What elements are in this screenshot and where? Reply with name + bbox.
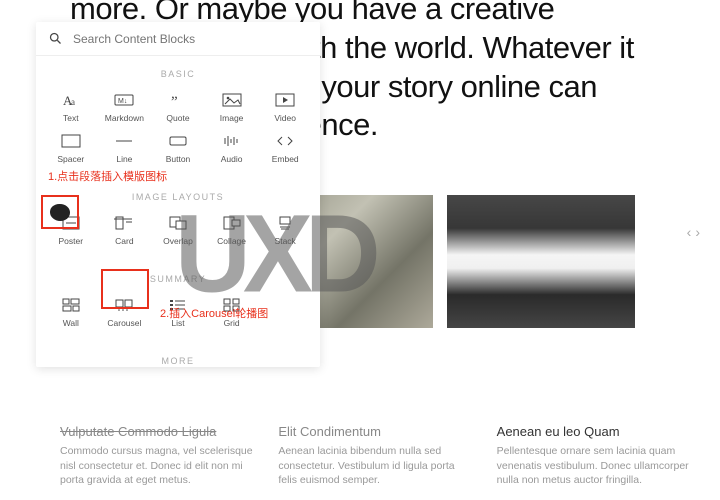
block-spacer[interactable]: Spacer: [44, 128, 98, 169]
chevron-left-icon[interactable]: ‹: [687, 224, 692, 240]
card-body: Pellentesque ornare sem lacinia quam ven…: [497, 444, 690, 488]
thumb-image[interactable]: [447, 195, 635, 328]
annotation-1: 1.点击段落插入模版图标: [48, 168, 167, 184]
block-image[interactable]: Image: [205, 87, 259, 128]
card-title: Elit Condimentum: [278, 424, 471, 439]
thumb-col: [447, 195, 635, 337]
block-button[interactable]: Button: [151, 128, 205, 169]
button-icon: [168, 133, 188, 149]
svg-text:”: ”: [171, 94, 178, 108]
search-row: [36, 22, 320, 56]
image-icon: [222, 92, 242, 108]
card: Elit Condimentum Aenean lacinia bibendum…: [278, 424, 471, 488]
line-icon: [114, 133, 134, 149]
block-audio[interactable]: Audio: [205, 128, 259, 169]
card-title: Vulputate Commodo Ligula: [60, 424, 253, 439]
block-text[interactable]: Aa Text: [44, 87, 98, 128]
block-label: Embed: [272, 154, 299, 164]
block-wall[interactable]: Wall: [44, 292, 98, 333]
audio-icon: [222, 133, 242, 149]
card-body: Commodo cursus magna, vel scelerisque ni…: [60, 444, 253, 488]
block-line[interactable]: Line: [98, 128, 152, 169]
svg-text:M↓: M↓: [118, 98, 127, 105]
watermark: UXD: [175, 192, 373, 318]
section-header-more: MORE: [36, 343, 320, 367]
block-label: Text: [63, 113, 79, 123]
insert-cursor-icon[interactable]: [50, 204, 70, 221]
block-label: Poster: [59, 236, 84, 246]
annotation-box-2: [101, 269, 149, 309]
card: Vulputate Commodo Ligula Commodo cursus …: [60, 424, 253, 488]
markdown-icon: M↓: [114, 92, 134, 108]
annotation-2: 2.插入Carousel轮播图: [160, 305, 268, 321]
block-label: Audio: [221, 154, 243, 164]
block-label: Button: [166, 154, 191, 164]
wall-icon: [61, 297, 81, 313]
block-video[interactable]: Video: [258, 87, 312, 128]
spacer-icon: [61, 133, 81, 149]
block-card[interactable]: Card: [98, 210, 152, 251]
section-header-basic: BASIC: [36, 56, 320, 83]
block-label: Markdown: [105, 113, 144, 123]
card: Aenean eu leo Quam Pellentesque ornare s…: [497, 424, 690, 488]
card-title: Aenean eu leo Quam: [497, 424, 690, 439]
search-icon: [48, 31, 63, 46]
card-icon: [114, 215, 134, 231]
card-body: Aenean lacinia bibendum nulla sed consec…: [278, 444, 471, 488]
embed-icon: [275, 133, 295, 149]
block-label: Image: [220, 113, 244, 123]
block-label: Wall: [63, 318, 79, 328]
block-embed[interactable]: Embed: [258, 128, 312, 169]
block-label: Video: [274, 113, 296, 123]
block-label: Carousel: [107, 318, 141, 328]
block-label: Line: [116, 154, 132, 164]
search-input[interactable]: [73, 32, 308, 46]
block-label: Spacer: [57, 154, 84, 164]
chevron-right-icon[interactable]: ›: [695, 224, 700, 240]
block-quote[interactable]: ” Quote: [151, 87, 205, 128]
block-label: Quote: [166, 113, 189, 123]
block-markdown[interactable]: M↓ Markdown: [98, 87, 152, 128]
svg-text:a: a: [71, 97, 75, 107]
video-icon: [275, 92, 295, 108]
quote-icon: ”: [168, 92, 188, 108]
block-label: Card: [115, 236, 133, 246]
carousel-nav: ‹ ›: [687, 224, 700, 240]
text-icon: Aa: [61, 92, 81, 108]
